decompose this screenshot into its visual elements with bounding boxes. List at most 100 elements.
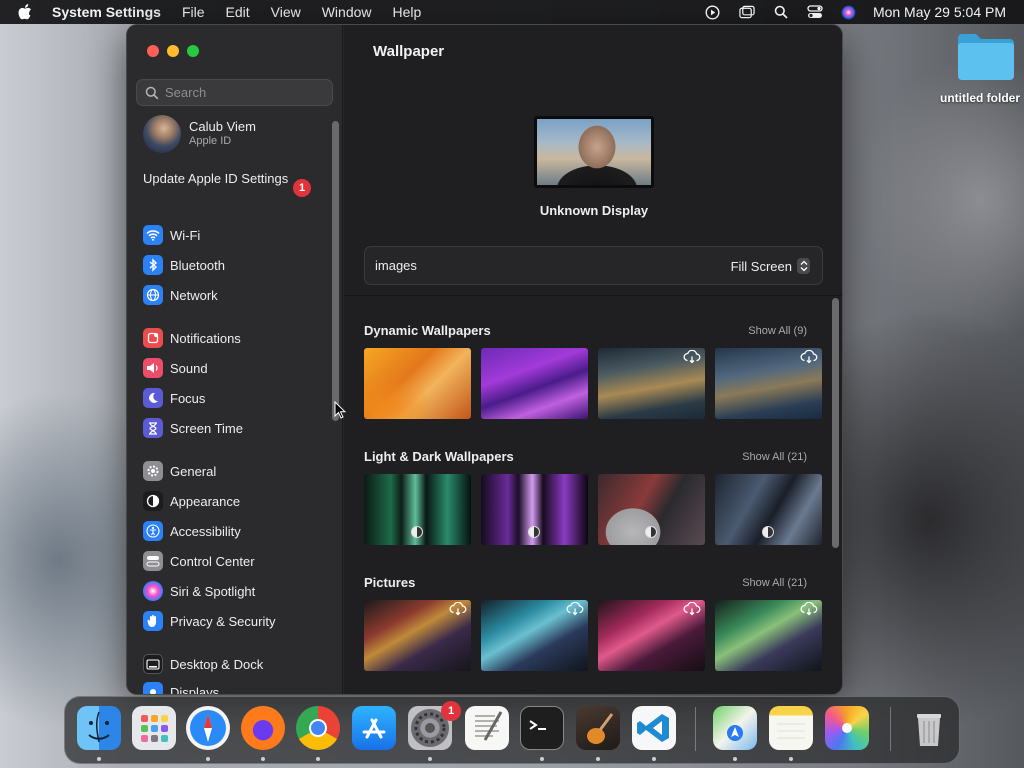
menu-window[interactable]: Window: [322, 4, 372, 20]
sidebar-list[interactable]: Calub Viem Apple ID Update Apple ID Sett…: [127, 115, 337, 694]
maps-icon[interactable]: [713, 706, 757, 750]
running-indicator: [789, 757, 793, 761]
download-cloud-icon[interactable]: [683, 350, 701, 364]
light-dark-wallpapers-row: [364, 474, 832, 545]
bluetooth-icon: [143, 255, 163, 275]
sidebar-item-notifications[interactable]: Notifications: [143, 327, 241, 349]
vscode-icon[interactable]: [632, 706, 676, 750]
apple-icon[interactable]: [18, 4, 38, 20]
control-center-icon: [143, 551, 163, 571]
show-all-button[interactable]: Show All (9): [748, 325, 807, 337]
menu-help[interactable]: Help: [393, 4, 422, 20]
download-cloud-icon[interactable]: [800, 350, 818, 364]
download-cloud-icon[interactable]: [800, 602, 818, 616]
menu-view[interactable]: View: [271, 4, 301, 20]
download-cloud-icon[interactable]: [683, 602, 701, 616]
sidebar-item-screen-time[interactable]: Screen Time: [143, 417, 243, 439]
page-title: Wallpaper: [373, 43, 445, 60]
wallpaper-thumbnail[interactable]: [715, 600, 822, 671]
sidebar-item-label: Control Center: [170, 553, 255, 569]
wifi-icon: [143, 225, 163, 245]
control-center-icon[interactable]: [807, 4, 823, 20]
launchpad-icon[interactable]: [132, 706, 176, 750]
siri-icon[interactable]: [841, 4, 857, 20]
wallpaper-thumbnail[interactable]: [481, 600, 588, 671]
sidebar-item-label: Appearance: [170, 493, 241, 509]
desktop-folder[interactable]: untitled folder: [935, 30, 1024, 105]
sidebar-item-wifi[interactable]: Wi-Fi: [143, 224, 200, 246]
chrome-icon[interactable]: [296, 706, 340, 750]
fill-mode-select[interactable]: Fill Screen: [731, 258, 810, 274]
speaker-icon: [143, 358, 163, 378]
sidebar-item-control-center[interactable]: Control Center: [143, 550, 255, 572]
close-button[interactable]: [147, 45, 159, 57]
menu-clock[interactable]: Mon May 29 5:04 PM: [873, 4, 1006, 20]
avatar: [143, 115, 181, 153]
notes-icon[interactable]: [769, 706, 813, 750]
hand-icon: [143, 611, 163, 631]
gear-icon: [143, 461, 163, 481]
download-cloud-icon[interactable]: [566, 602, 584, 616]
photos-icon[interactable]: [825, 706, 869, 750]
sidebar-scrollbar[interactable]: [332, 121, 339, 421]
zoom-button[interactable]: [187, 45, 199, 57]
sidebar-item-label: General: [170, 463, 217, 479]
wallpaper-thumbnail[interactable]: [364, 348, 471, 419]
firefox-icon[interactable]: [241, 706, 285, 750]
sidebar-item-label: Accessibility: [170, 523, 241, 539]
search-icon[interactable]: [773, 4, 789, 20]
show-all-button[interactable]: Show All (21): [742, 451, 807, 463]
wallpaper-thumbnail[interactable]: [715, 348, 822, 419]
play-circle-icon[interactable]: [705, 4, 721, 20]
app-store-icon[interactable]: [352, 706, 396, 750]
sidebar-item-focus[interactable]: Focus: [143, 387, 205, 409]
menu-edit[interactable]: Edit: [226, 4, 250, 20]
wallpaper-thumbnail[interactable]: [715, 474, 822, 545]
textedit-icon[interactable]: [465, 706, 509, 750]
garageband-icon[interactable]: [576, 706, 620, 750]
menu-file[interactable]: File: [182, 4, 205, 20]
sidebar-item-appearance[interactable]: Appearance: [143, 490, 240, 512]
sidebar-item-accessibility[interactable]: Accessibility: [143, 520, 241, 542]
running-indicator: [596, 757, 600, 761]
sidebar-item-desktop-dock[interactable]: Desktop & Dock: [143, 653, 263, 675]
window-icon[interactable]: [739, 4, 755, 20]
sidebar-item-label: Privacy & Security: [170, 613, 276, 629]
wallpaper-thumbnail[interactable]: [364, 600, 471, 671]
terminal-icon[interactable]: [520, 706, 564, 750]
content-scrollbar[interactable]: [832, 298, 839, 548]
wallpaper-thumbnail[interactable]: [481, 474, 588, 545]
safari-icon[interactable]: [186, 706, 230, 750]
section-title: Light & Dark Wallpapers: [364, 449, 514, 464]
wallpaper-thumbnail[interactable]: [364, 474, 471, 545]
section-title: Pictures: [364, 575, 416, 590]
menu-app-name[interactable]: System Settings: [52, 4, 161, 20]
sidebar-item-privacy-security[interactable]: Privacy & Security: [143, 610, 275, 632]
sidebar-item-label: Desktop & Dock: [170, 656, 264, 672]
accessibility-icon: [143, 521, 163, 541]
bell-icon: [143, 328, 163, 348]
sidebar-item-bluetooth[interactable]: Bluetooth: [143, 254, 225, 276]
apple-id-account[interactable]: Calub Viem Apple ID: [143, 115, 256, 153]
show-all-button[interactable]: Show All (21): [742, 577, 807, 589]
sidebar-item-network[interactable]: Network: [143, 284, 218, 306]
minimize-button[interactable]: [167, 45, 179, 57]
sidebar-item-sound[interactable]: Sound: [143, 357, 208, 379]
sidebar-item-siri-spotlight[interactable]: Siri & Spotlight: [143, 580, 255, 602]
search-field[interactable]: Search: [136, 79, 333, 106]
sidebar-item-general[interactable]: General: [143, 460, 216, 482]
wallpaper-thumbnail[interactable]: [481, 348, 588, 419]
wallpaper-thumbnail[interactable]: [598, 600, 705, 671]
search-placeholder: Search: [165, 85, 207, 100]
download-cloud-icon[interactable]: [449, 602, 467, 616]
wallpaper-source-picker[interactable]: images Fill Screen: [364, 246, 823, 285]
trash-icon[interactable]: [907, 706, 951, 750]
finder-icon[interactable]: [77, 706, 121, 750]
siri-icon: [143, 581, 163, 601]
wallpaper-thumbnail[interactable]: [598, 348, 705, 419]
sidebar-item-displays[interactable]: Displays: [143, 681, 219, 694]
notification-badge: 1: [441, 701, 461, 721]
wallpaper-thumbnail[interactable]: [598, 474, 705, 545]
update-apple-id-item[interactable]: Update Apple ID Settings 1: [143, 171, 323, 197]
sidebar-item-label: Wi-Fi: [170, 227, 201, 243]
